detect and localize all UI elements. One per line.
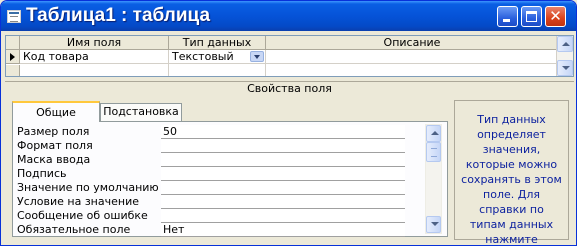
validation-rule-input[interactable] (161, 195, 405, 209)
scroll-up-icon[interactable] (557, 36, 573, 52)
property-label: Значение по умолчанию (17, 181, 159, 194)
field-name-cell[interactable] (20, 64, 169, 76)
chevron-down-icon[interactable] (250, 51, 264, 62)
column-header-field-name[interactable]: Имя поля (20, 36, 169, 49)
validation-text-input[interactable] (161, 209, 405, 223)
maximize-icon (526, 11, 537, 22)
default-value-input[interactable] (161, 181, 405, 195)
minimize-button[interactable] (497, 6, 518, 27)
general-tab-panel: Размер поля 50 Формат поля Маска ввода П… (12, 121, 448, 237)
property-label: Размер поля (17, 125, 90, 138)
column-header-data-type[interactable]: Тип данных (169, 36, 266, 49)
maximize-button[interactable] (521, 6, 542, 27)
close-button[interactable]: ✕ (545, 6, 566, 27)
grid-header: Имя поля Тип данных Описание (6, 36, 559, 50)
column-header-description[interactable]: Описание (266, 36, 559, 49)
properties-scrollbar[interactable] (425, 124, 442, 234)
property-label: Маска ввода (17, 153, 91, 166)
row-selector[interactable] (6, 50, 20, 64)
window-title: Таблица1 : таблица (26, 5, 211, 26)
table-icon[interactable] (7, 10, 21, 23)
property-label: Формат поля (17, 139, 93, 152)
property-label: Подпись (17, 167, 67, 180)
field-properties-title: Свойства поля (5, 81, 574, 96)
property-label: Условие на значение (17, 195, 139, 208)
scroll-down-icon[interactable] (426, 216, 441, 233)
tab-lookup[interactable]: Подстановка (100, 103, 182, 121)
description-cell[interactable] (266, 64, 559, 76)
table-design-window: Таблица1 : таблица ✕ Имя поля Тип данных… (0, 0, 577, 246)
minimize-icon (503, 19, 510, 22)
tab-general[interactable]: Общие (12, 101, 100, 122)
title-bar[interactable]: Таблица1 : таблица ✕ (1, 1, 576, 31)
data-type-value: Текстовый (172, 50, 234, 63)
close-icon: ✕ (549, 7, 562, 25)
header-corner[interactable] (6, 36, 20, 49)
description-cell[interactable] (266, 50, 559, 64)
required-input[interactable]: Нет (161, 223, 405, 237)
data-type-cell[interactable] (169, 64, 266, 76)
scroll-up-icon[interactable] (426, 125, 441, 142)
field-size-input[interactable]: 50 (161, 125, 405, 139)
field-grid: Имя поля Тип данных Описание Код товара … (5, 35, 574, 77)
field-name-cell[interactable]: Код товара (20, 50, 169, 64)
property-label: Обязательное поле (17, 223, 131, 236)
scroll-thumb[interactable] (426, 142, 441, 162)
input-mask-input[interactable] (161, 153, 405, 167)
property-label: Сообщение об ошибке (17, 209, 148, 222)
scroll-down-icon[interactable] (557, 60, 573, 76)
caption-input[interactable] (161, 167, 405, 181)
row-selector[interactable] (6, 65, 20, 76)
help-hint-panel: Тип данных определяет значения, которые … (454, 100, 569, 245)
format-input[interactable] (161, 139, 405, 153)
grid-scrollbar[interactable] (556, 36, 573, 76)
data-type-cell[interactable]: Текстовый (169, 50, 266, 64)
current-row-arrow-icon (10, 53, 15, 61)
